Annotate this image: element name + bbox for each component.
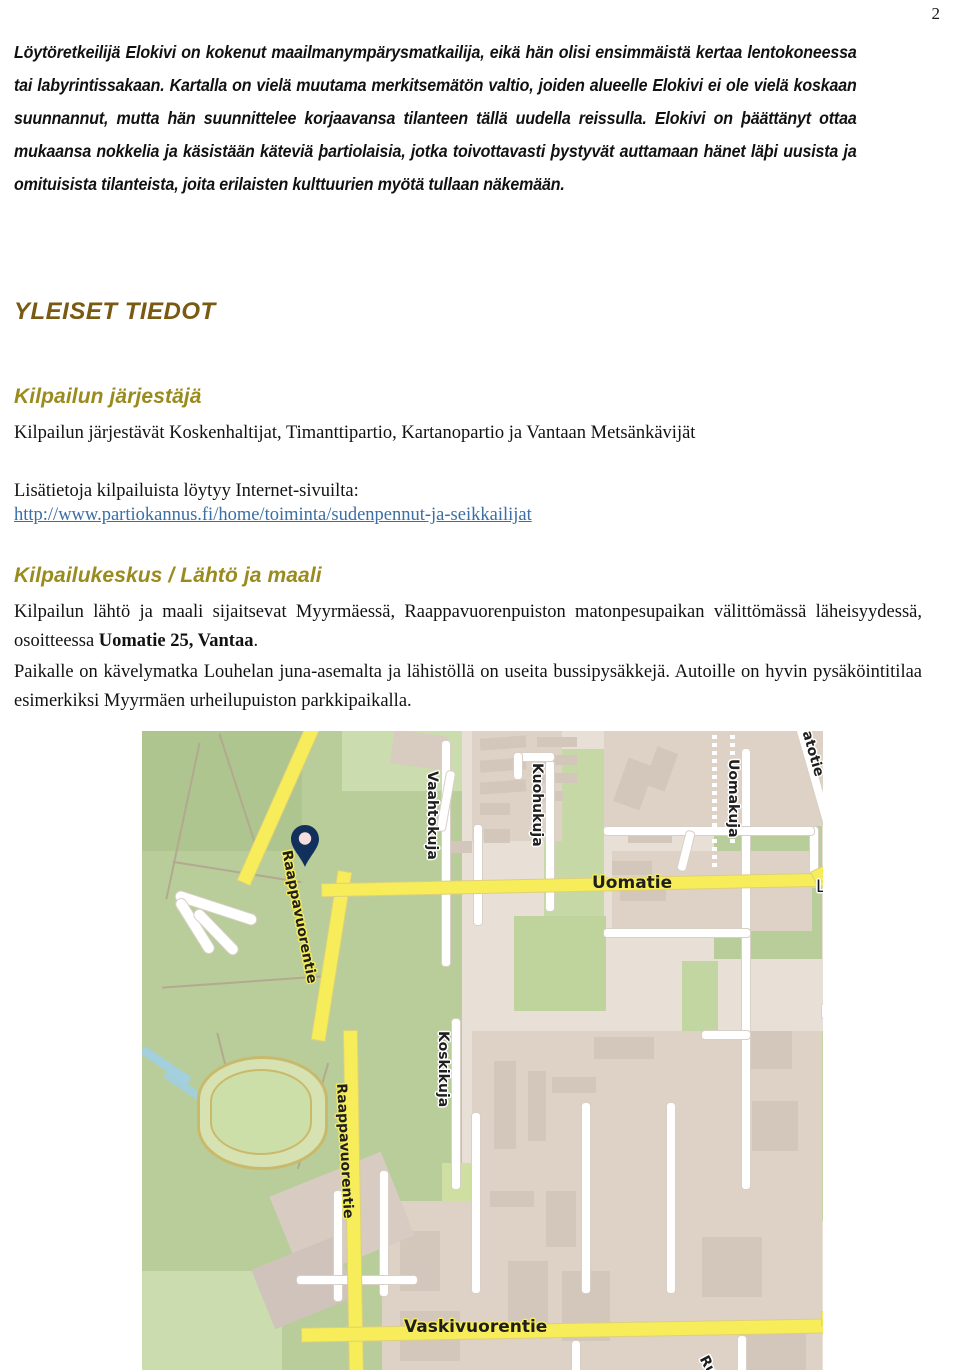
location-map[interactable]: Raappavuorentie Raappavuorentie Uomatie … [142,731,823,1370]
map-building [742,1331,806,1370]
map-road-connector [702,1031,750,1039]
map-building [594,1037,654,1059]
map-building [484,829,510,843]
organizer-heading: Kilpailun järjestäjä [14,385,202,408]
map-road-connector [334,1191,342,1301]
venue-location-pin[interactable] [290,824,320,868]
intro-paragraph: Löytöretkeilijä Elokivi on kokenut maail… [14,42,857,194]
more-info-line: Lisätietoja kilpailuista löytyy Internet… [14,481,359,501]
map-building [612,861,652,875]
map-road-myyrmaentie-spur2 [822,1003,823,1019]
map-building [537,773,577,783]
competition-center-travel-paragraph: Paikalle on kävelymatka Louhelan juna-as… [14,662,922,711]
map-building [480,803,510,815]
map-road-connector [472,1113,480,1293]
map-footpath [730,731,735,847]
map-road-koskikuja [452,1019,460,1189]
map-road-connector [604,929,750,937]
map-building [546,1191,576,1247]
map-footpath [712,731,717,867]
page-number: 2 [931,4,941,23]
map-road-uomakuja [742,749,750,1189]
map-road-connector [582,1103,590,1293]
map-building [508,1261,548,1331]
map-canvas: Raappavuorentie Raappavuorentie Uomatie … [142,731,823,1370]
map-road-connector [667,1103,675,1293]
competition-info-link[interactable]: http://www.partiokannus.fi/home/toiminta… [14,505,532,526]
address-text-after: . [253,631,259,651]
map-building [752,1101,798,1151]
competition-center-address-paragraph: Kilpailun lähtö ja maali sijaitsevat Myy… [14,598,922,656]
map-road-connector [572,1341,580,1370]
map-road-connector [474,825,482,925]
page-title: YLEISET TIEDOT [14,298,216,325]
map-building [494,1061,516,1149]
map-label-louhela-station: Louhela [816,877,823,897]
map-building [528,1071,546,1141]
map-building [552,1077,596,1093]
map-green-central-2 [514,916,606,1011]
document-page: 2 Löytöretkeilijä Elokivi on kokenut maa… [0,0,960,1370]
map-road-vaskivuorentie-east [821,1309,823,1326]
competition-center-heading: Kilpailukeskus / Lähtö ja maali [14,564,322,587]
map-building [490,1191,534,1207]
map-building [537,737,577,747]
venue-address: Uomatie 25, Vantaa [98,631,254,651]
map-road-kuohukuja-hook2 [514,753,522,779]
organizers-line: Kilpailun järjestävät Koskenhaltijat, Ti… [14,423,696,443]
map-road-connector [738,1336,746,1370]
map-building [702,1237,762,1297]
map-athletics-track-inner [210,1069,312,1155]
map-road-connector [604,827,814,835]
